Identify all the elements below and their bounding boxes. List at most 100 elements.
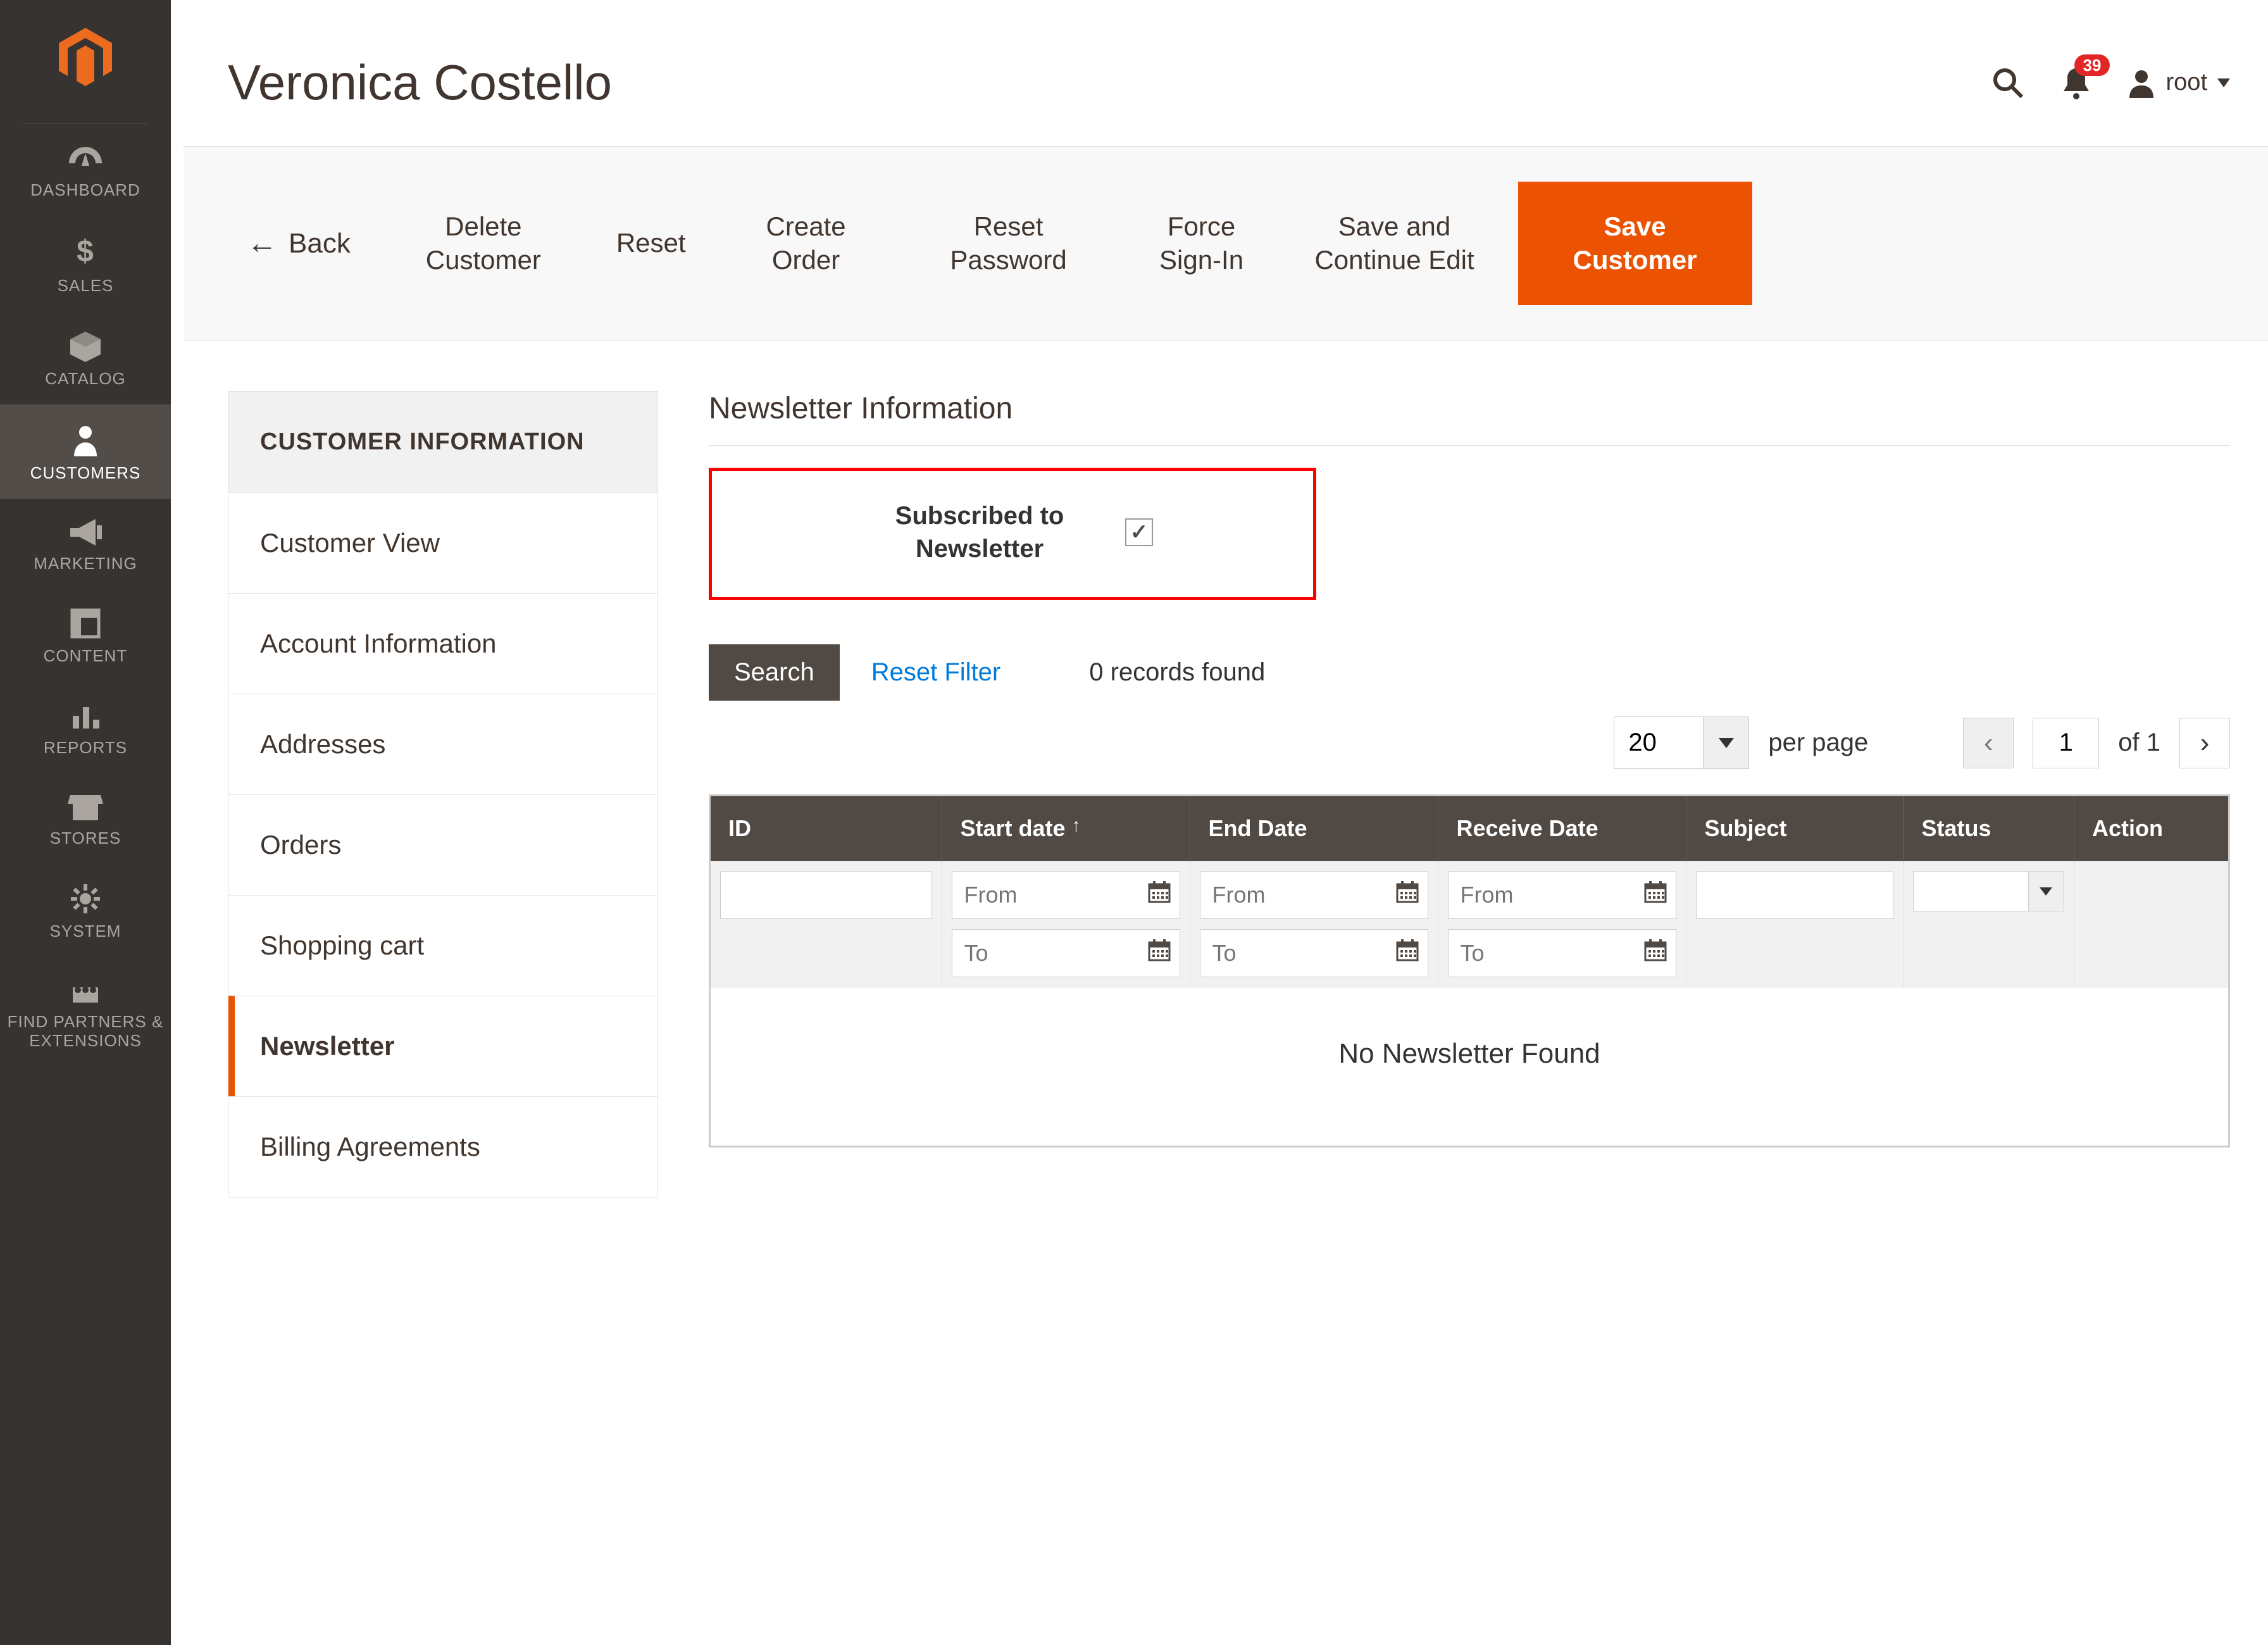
marketing-icon: [68, 518, 103, 547]
tab-newsletter[interactable]: Newsletter: [228, 996, 657, 1096]
tab-orders[interactable]: Orders: [228, 794, 657, 895]
sidebar-item-partners[interactable]: FIND PARTNERS & EXTENSIONS: [0, 957, 171, 1066]
page-size-value[interactable]: [1614, 717, 1703, 768]
filter-end-to[interactable]: [1200, 929, 1428, 977]
calendar-icon[interactable]: [1643, 880, 1667, 910]
notifications-button[interactable]: 39: [2060, 66, 2092, 100]
tab-addresses[interactable]: Addresses: [228, 694, 657, 794]
notification-count-badge: 39: [2074, 54, 2110, 76]
pager-page-input[interactable]: [2033, 718, 2099, 768]
sidebar-item-label: MARKETING: [3, 554, 168, 573]
back-button[interactable]: ← Back: [209, 182, 379, 305]
sidebar-item-catalog[interactable]: CATALOG: [0, 311, 171, 404]
tab-customer-view[interactable]: Customer View: [228, 492, 657, 593]
filter-start-to[interactable]: [952, 929, 1180, 977]
user-name: root: [2166, 69, 2207, 96]
calendar-icon[interactable]: [1643, 938, 1667, 968]
reset-filter-link[interactable]: Reset Filter: [871, 658, 1001, 687]
back-label: Back: [289, 226, 351, 261]
user-menu[interactable]: root: [2127, 68, 2230, 98]
filter-subject-input[interactable]: [1696, 871, 1893, 919]
svg-text:$: $: [77, 235, 94, 268]
pager-prev-button[interactable]: ‹: [1963, 718, 2014, 768]
col-id[interactable]: ID: [710, 796, 942, 861]
partners-icon: [69, 976, 102, 1005]
filter-end-from[interactable]: [1200, 871, 1428, 919]
page-size-select[interactable]: [1614, 716, 1749, 769]
caret-down-icon: [1703, 717, 1748, 768]
tab-shopping-cart[interactable]: Shopping cart: [228, 895, 657, 996]
subscribed-highlight-box: Subscribed to Newsletter: [709, 468, 1316, 600]
sidebar-item-marketing[interactable]: MARKETING: [0, 499, 171, 589]
col-end-date[interactable]: End Date: [1190, 796, 1438, 861]
save-continue-button[interactable]: Save and Continue Edit: [1284, 182, 1505, 305]
btn-label: Reset Password: [926, 210, 1091, 277]
save-customer-button[interactable]: Save Customer: [1518, 182, 1752, 305]
reports-icon: [69, 701, 102, 731]
customer-info-tabs: CUSTOMER INFORMATION Customer View Accou…: [228, 391, 658, 1198]
force-signin-button[interactable]: Force Sign-In: [1119, 182, 1284, 305]
sidebar-item-dashboard[interactable]: DASHBOARD: [0, 124, 171, 216]
tab-label: Shopping cart: [260, 930, 424, 960]
records-found-label: 0 records found: [1089, 658, 1265, 687]
tab-label: Addresses: [260, 729, 385, 759]
reset-button[interactable]: Reset: [588, 182, 714, 305]
sidebar-item-customers[interactable]: CUSTOMERS: [0, 404, 171, 499]
tab-billing-agreements[interactable]: Billing Agreements: [228, 1096, 657, 1197]
col-label: ID: [728, 815, 751, 841]
filter-start-from[interactable]: [952, 871, 1180, 919]
filter-id-input[interactable]: [720, 871, 932, 919]
search-icon[interactable]: [1990, 65, 2026, 101]
col-label: Start date: [960, 815, 1065, 841]
reset-password-button[interactable]: Reset Password: [898, 182, 1119, 305]
sidebar-item-sales[interactable]: $ SALES: [0, 216, 171, 311]
sidebar-item-reports[interactable]: REPORTS: [0, 682, 171, 773]
btn-label: Reset: [616, 227, 686, 260]
grid-filter-bar: Search Reset Filter 0 records found: [709, 644, 2230, 701]
btn-label: Save and Continue Edit: [1312, 210, 1477, 277]
col-action: Action: [2074, 796, 2229, 861]
page-title: Veronica Costello: [228, 54, 612, 111]
sidebar-item-label: FIND PARTNERS & EXTENSIONS: [3, 1013, 168, 1051]
sort-asc-icon: ↑: [1072, 815, 1081, 835]
sidebar-item-label: DASHBOARD: [3, 181, 168, 200]
calendar-icon[interactable]: [1147, 880, 1171, 910]
filter-receive-from[interactable]: [1448, 871, 1676, 919]
calendar-icon[interactable]: [1395, 938, 1419, 968]
col-receive-date[interactable]: Receive Date: [1438, 796, 1686, 861]
sidebar-item-label: STORES: [3, 829, 168, 848]
calendar-icon[interactable]: [1395, 880, 1419, 910]
delete-customer-button[interactable]: Delete Customer: [379, 182, 588, 305]
newsletter-grid: ID Start date ↑ End Date Receive Date Sub…: [709, 794, 2230, 1148]
sidebar-item-label: CUSTOMERS: [3, 464, 168, 483]
col-label: End Date: [1208, 815, 1307, 841]
customers-icon: [72, 423, 99, 456]
sidebar-item-label: REPORTS: [3, 739, 168, 758]
sidebar-item-content[interactable]: CONTENT: [0, 589, 171, 682]
filter-receive-to[interactable]: [1448, 929, 1676, 977]
pager-next-button[interactable]: ›: [2179, 718, 2230, 768]
grid-empty-message: No Newsletter Found: [710, 987, 2229, 1147]
btn-label: Save Customer: [1553, 210, 1717, 277]
create-order-button[interactable]: Create Order: [714, 182, 898, 305]
tab-label: Account Information: [260, 629, 497, 658]
subscribed-checkbox[interactable]: [1125, 518, 1153, 546]
page-header: Veronica Costello 39 root: [171, 0, 2268, 146]
calendar-icon[interactable]: [1147, 938, 1171, 968]
filter-status-select[interactable]: [1913, 871, 2064, 911]
col-status[interactable]: Status: [1904, 796, 2074, 861]
tab-account-information[interactable]: Account Information: [228, 593, 657, 694]
search-button[interactable]: Search: [709, 644, 840, 701]
caret-down-icon: [2217, 78, 2230, 87]
col-label: Action: [2092, 815, 2163, 841]
pager: per page ‹ of 1 ›: [709, 716, 2230, 769]
sales-icon: $: [72, 235, 99, 269]
col-start-date[interactable]: Start date ↑: [942, 796, 1190, 861]
magento-logo[interactable]: [22, 9, 149, 124]
sidebar-item-system[interactable]: SYSTEM: [0, 864, 171, 957]
col-label: Receive Date: [1456, 815, 1598, 841]
user-icon: [2127, 68, 2156, 98]
sidebar-item-stores[interactable]: STORES: [0, 773, 171, 864]
stores-icon: [68, 792, 103, 822]
col-subject[interactable]: Subject: [1686, 796, 1904, 861]
